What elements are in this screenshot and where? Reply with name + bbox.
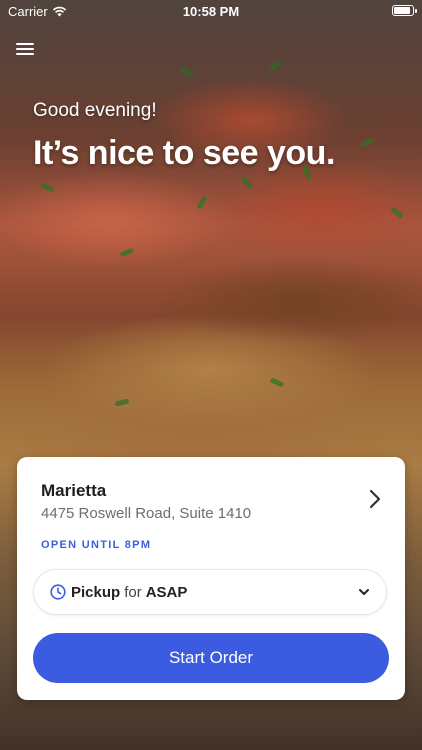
- start-order-button[interactable]: Start Order: [33, 633, 389, 683]
- order-mode-selector[interactable]: Pickup for ASAP: [33, 569, 387, 615]
- location-address: 4475 Roswell Road, Suite 1410: [41, 505, 252, 522]
- clock-icon: [50, 584, 66, 600]
- greeting: Good evening!: [33, 100, 157, 121]
- order-mode: Pickup: [71, 583, 121, 601]
- order-mode-text: Pickup for ASAP: [71, 584, 187, 601]
- menu-icon[interactable]: [16, 40, 34, 56]
- order-mode-connector: for: [124, 583, 142, 601]
- hours-status: OPEN UNTIL 8PM: [41, 539, 152, 551]
- chevron-right-icon[interactable]: [367, 487, 383, 511]
- battery-icon: [392, 5, 417, 16]
- order-time: ASAP: [145, 583, 188, 601]
- status-time: 10:58 PM: [182, 4, 240, 19]
- headline: It’s nice to see you.: [33, 134, 335, 172]
- chevron-down-icon: [359, 589, 369, 595]
- order-card: Marietta 4475 Roswell Road, Suite 1410 O…: [17, 457, 405, 700]
- status-bar: Carrier 10:58 PM: [0, 0, 422, 24]
- location-name: Marietta: [41, 481, 107, 500]
